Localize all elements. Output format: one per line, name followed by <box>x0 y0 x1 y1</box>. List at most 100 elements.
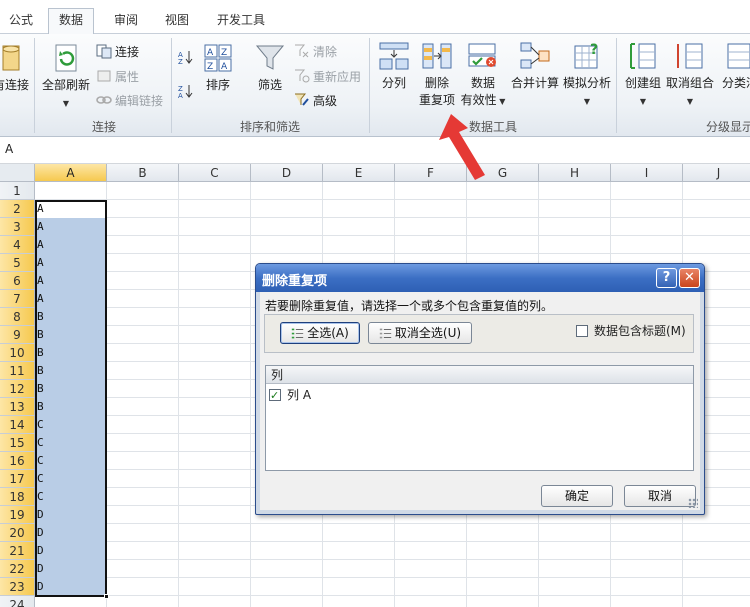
column-header-i[interactable]: I <box>611 164 683 182</box>
tab-view[interactable]: 视图 <box>165 9 189 34</box>
fill-handle[interactable] <box>104 594 109 599</box>
remove-duplicates-button[interactable]: 删除 重复项 <box>417 40 457 109</box>
sort-za-button[interactable]: ZA <box>178 83 197 100</box>
row-header[interactable]: 22 <box>0 560 35 578</box>
row-header[interactable]: 19 <box>0 506 35 524</box>
row-header[interactable]: 11 <box>0 362 35 380</box>
row-header[interactable]: 2 <box>0 200 35 218</box>
row-header[interactable]: 15 <box>0 434 35 452</box>
cell-a2[interactable]: A <box>35 200 107 218</box>
close-button[interactable]: ✕ <box>679 268 700 288</box>
row-header[interactable]: 13 <box>0 398 35 416</box>
ungroup-button[interactable]: 取消组合 ▼ <box>664 40 716 110</box>
row-header[interactable]: 4 <box>0 236 35 254</box>
resize-grip-icon[interactable] <box>688 498 698 508</box>
help-button[interactable]: ? <box>656 268 677 288</box>
cell-a1[interactable] <box>35 182 107 200</box>
has-headers-check-box[interactable] <box>576 325 588 337</box>
row-header[interactable]: 9 <box>0 326 35 344</box>
select-all-button[interactable]: 全选(A) <box>280 322 360 344</box>
tab-data[interactable]: 数据 <box>48 8 95 35</box>
row-header[interactable]: 12 <box>0 380 35 398</box>
cell-a13[interactable]: B <box>35 398 107 416</box>
dialog-titlebar[interactable]: 删除重复项 ? ✕ <box>256 264 704 292</box>
cell-a17[interactable]: C <box>35 470 107 488</box>
column-header-c[interactable]: C <box>179 164 251 182</box>
existing-connections-button[interactable]: 有连接 <box>0 42 30 94</box>
row-header[interactable]: 20 <box>0 524 35 542</box>
ungroup-label: 取消组合 <box>665 76 714 90</box>
row-header[interactable]: 6 <box>0 272 35 290</box>
row-header[interactable]: 16 <box>0 452 35 470</box>
cell-a12[interactable]: B <box>35 380 107 398</box>
list-item[interactable]: 列 A <box>269 386 311 405</box>
clear-button[interactable]: 清除 <box>294 43 337 60</box>
column-header-a[interactable]: A <box>35 164 107 182</box>
row-header[interactable]: 24 <box>0 596 35 607</box>
what-if-analysis-button[interactable]: ? 模拟分析 ▼ <box>561 40 613 110</box>
row-header[interactable]: 18 <box>0 488 35 506</box>
row-header[interactable]: 10 <box>0 344 35 362</box>
row-header[interactable]: 8 <box>0 308 35 326</box>
cell-a9[interactable]: B <box>35 326 107 344</box>
row-header[interactable]: 17 <box>0 470 35 488</box>
column-header-d[interactable]: D <box>251 164 323 182</box>
what-if-label: 模拟分析 <box>562 76 611 90</box>
connections-button[interactable]: 连接 <box>96 43 139 60</box>
row-header[interactable]: 21 <box>0 542 35 560</box>
advanced-filter-button[interactable]: 高级 <box>294 92 337 109</box>
cell-a21[interactable]: D <box>35 542 107 560</box>
row-header[interactable]: 7 <box>0 290 35 308</box>
unselect-all-button[interactable]: 取消全选(U) <box>368 322 472 344</box>
column-header-e[interactable]: E <box>323 164 395 182</box>
row-header[interactable]: 3 <box>0 218 35 236</box>
cancel-button[interactable]: 取消 <box>624 485 696 507</box>
cell-a8[interactable]: B <box>35 308 107 326</box>
data-validation-label-1: 数据 <box>470 76 495 90</box>
select-all-corner[interactable] <box>0 164 35 182</box>
tab-developer[interactable]: 开发工具 <box>217 9 265 34</box>
cell-a5[interactable]: A <box>35 254 107 272</box>
row-header[interactable]: 5 <box>0 254 35 272</box>
cell-a15[interactable]: C <box>35 434 107 452</box>
cell-a7[interactable]: A <box>35 290 107 308</box>
subtotal-button[interactable]: 分类汇 <box>718 40 750 92</box>
cell-a18[interactable]: C <box>35 488 107 506</box>
cell-a24[interactable] <box>35 596 107 607</box>
cell-a6[interactable]: A <box>35 272 107 290</box>
column-header-j[interactable]: J <box>683 164 750 182</box>
tab-review[interactable]: 审阅 <box>114 9 138 34</box>
column-header-h[interactable]: H <box>539 164 611 182</box>
data-validation-button[interactable]: 数据 有效性 ▼ <box>459 40 507 110</box>
cell-a10[interactable]: B <box>35 344 107 362</box>
properties-button[interactable]: 属性 <box>96 68 139 85</box>
text-to-columns-button[interactable]: 分列 <box>376 40 412 92</box>
cell-a23[interactable]: D <box>35 578 107 596</box>
has-headers-checkbox[interactable]: 数据包含标题(M) <box>576 323 686 339</box>
column-a-checkbox[interactable] <box>269 387 281 405</box>
edit-links-button[interactable]: 编辑链接 <box>96 92 163 109</box>
cell-a4[interactable]: A <box>35 236 107 254</box>
row-header[interactable]: 14 <box>0 416 35 434</box>
reapply-button[interactable]: 重新应用 <box>294 68 361 85</box>
consolidate-button[interactable]: 合并计算 <box>509 40 561 92</box>
column-header-b[interactable]: B <box>107 164 179 182</box>
row-header[interactable]: 23 <box>0 578 35 596</box>
row-header[interactable]: 1 <box>0 182 35 200</box>
tab-formulas[interactable]: 公式 <box>9 9 33 34</box>
refresh-all-button[interactable]: 全部刷新 ▼ <box>40 42 92 112</box>
group-button[interactable]: 创建组 ▼ <box>622 40 664 110</box>
cell-a19[interactable]: D <box>35 506 107 524</box>
ok-button[interactable]: 确定 <box>541 485 613 507</box>
filter-button[interactable]: 筛选 <box>252 42 288 94</box>
cell-a22[interactable]: D <box>35 560 107 578</box>
cell-a20[interactable]: D <box>35 524 107 542</box>
cell-a16[interactable]: C <box>35 452 107 470</box>
formula-bar[interactable]: A <box>0 137 750 164</box>
cell-a11[interactable]: B <box>35 362 107 380</box>
cell-a14[interactable]: C <box>35 416 107 434</box>
sort-az-button[interactable]: AZ <box>178 49 197 66</box>
cell-a3[interactable]: A <box>35 218 107 236</box>
sort-button[interactable]: AZZA 排序 <box>200 42 236 94</box>
columns-listbox[interactable]: 列 列 A <box>265 365 694 471</box>
